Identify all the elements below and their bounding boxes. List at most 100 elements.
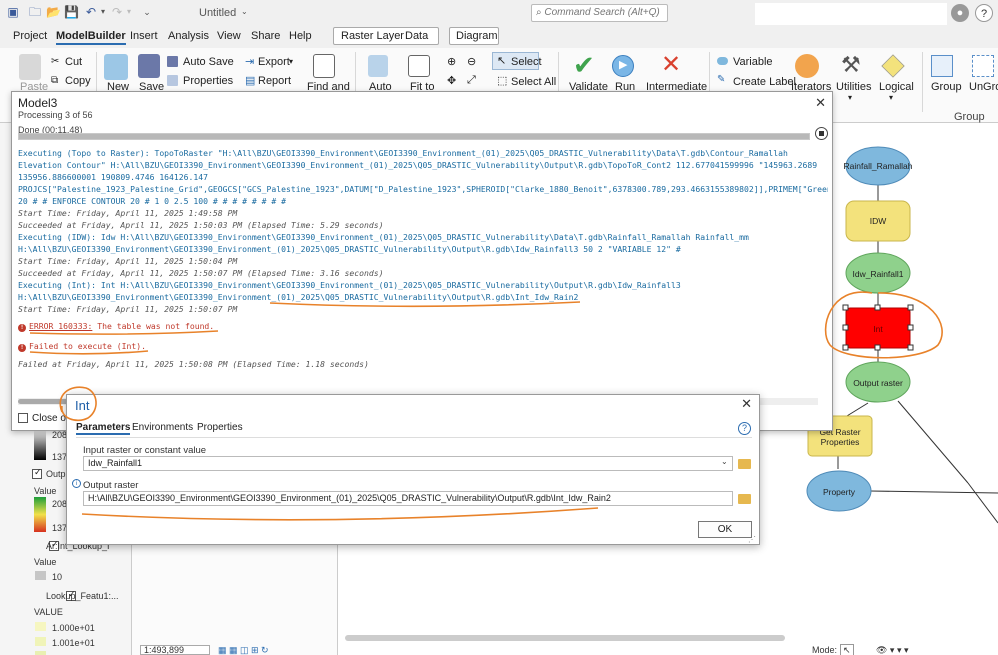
redo-dropdown-icon[interactable]: ▾ bbox=[122, 5, 136, 19]
log-line: 20 # # ENFORCE CONTOUR 20 # 1 0 2.5 100 … bbox=[18, 196, 287, 206]
user-icon[interactable]: ● bbox=[951, 4, 969, 22]
log-line: Executing (IDW): Idw H:\All\BZU\GEOI3390… bbox=[18, 232, 749, 242]
auto-layout-icon[interactable] bbox=[368, 55, 388, 77]
zoom-in-icon[interactable]: ⊕ bbox=[447, 55, 456, 68]
cut-icon: ✂ bbox=[51, 56, 60, 67]
folder-icon[interactable] bbox=[738, 494, 751, 504]
find-and-replace-icon[interactable] bbox=[313, 54, 335, 78]
resize-grip-icon[interactable]: ⋰ bbox=[748, 535, 756, 544]
copy-button[interactable]: Copy bbox=[65, 75, 91, 87]
log-line: Failed at Friday, April 11, 2025 1:50:08… bbox=[18, 359, 369, 369]
tab-analysis[interactable]: Analysis bbox=[168, 30, 209, 42]
open-icon[interactable]: 📂 bbox=[46, 5, 61, 19]
tab-help[interactable]: Help bbox=[289, 30, 312, 42]
close-icon[interactable]: ✕ bbox=[741, 396, 752, 412]
variable-button[interactable]: Variable bbox=[733, 56, 773, 68]
log-line: Executing (Int): Int H:\All\BZU\GEOI3390… bbox=[18, 280, 681, 290]
select-all-button[interactable]: Select All bbox=[511, 76, 556, 88]
chevron-down-icon[interactable]: ⌄ bbox=[721, 457, 728, 466]
auto-save-button[interactable]: Auto Save bbox=[183, 56, 234, 68]
tab-view[interactable]: View bbox=[217, 30, 241, 42]
layer-name-lookup-feature[interactable]: Lookup_Featu1:... bbox=[46, 591, 119, 601]
fixed-zoom-icon[interactable]: ⤢ bbox=[467, 74, 476, 87]
selection-handle[interactable] bbox=[907, 304, 914, 311]
legend-value-label: Value bbox=[34, 486, 57, 496]
pan-icon[interactable]: ✥ bbox=[447, 74, 456, 87]
output-raster-field[interactable]: H:\All\BZU\GEOI3390_Environment\GEOI3390… bbox=[83, 491, 733, 506]
sign-in-area[interactable] bbox=[755, 3, 947, 25]
tab-insert[interactable]: Insert bbox=[130, 30, 158, 42]
ungroup-button[interactable]: UnGrou bbox=[969, 81, 998, 93]
tab-data[interactable]: Data bbox=[405, 30, 428, 42]
zoom-out-icon[interactable]: ⊖ bbox=[467, 55, 476, 68]
command-search-input[interactable]: ⌕ Command Search (Alt+Q) bbox=[531, 4, 668, 22]
utilities-icon[interactable]: ⚒ bbox=[841, 52, 861, 78]
intermediate-icon[interactable]: ✕ bbox=[661, 50, 681, 79]
properties-button[interactable]: Properties bbox=[183, 75, 233, 87]
progress-fill bbox=[19, 134, 809, 139]
selection-handle[interactable] bbox=[907, 344, 914, 351]
model-progress-dialog: Model3 Processing 3 of 56 Done (00:11.48… bbox=[11, 91, 833, 431]
group-button[interactable]: Group bbox=[931, 81, 962, 93]
undo-dropdown-icon[interactable]: ▾ bbox=[96, 5, 110, 19]
help-button[interactable]: ? bbox=[975, 4, 993, 22]
paste-icon[interactable] bbox=[19, 54, 41, 80]
close-on-completion-option[interactable]: Close on bbox=[18, 413, 71, 424]
folder-icon[interactable] bbox=[738, 459, 751, 469]
chevron-down-icon[interactable]: ▾ bbox=[289, 57, 293, 66]
legend-value: 1.001e+01 bbox=[52, 638, 95, 648]
chevron-down-icon[interactable]: ▾ bbox=[889, 93, 893, 102]
logical-button[interactable]: Logical bbox=[879, 81, 914, 93]
input-raster-field[interactable]: Idw_Rainfall1 bbox=[83, 456, 733, 471]
create-label-button[interactable]: Create Label bbox=[733, 76, 796, 88]
group-icon[interactable] bbox=[931, 55, 953, 77]
tab-raster-layer[interactable]: Raster Layer bbox=[341, 30, 404, 42]
new-project-icon[interactable]: 🗀 bbox=[28, 5, 42, 19]
save-model-icon[interactable] bbox=[138, 54, 160, 78]
legend-low-value: 137 bbox=[52, 452, 68, 462]
document-title[interactable]: Untitled bbox=[199, 7, 236, 19]
help-icon[interactable]: ? bbox=[738, 422, 751, 435]
validate-icon[interactable]: ✔ bbox=[573, 50, 595, 81]
select-button[interactable]: Select bbox=[511, 56, 542, 68]
tab-properties[interactable]: Properties bbox=[197, 422, 243, 433]
tab-parameters[interactable]: Parameters bbox=[76, 422, 131, 435]
save-icon[interactable]: 💾 bbox=[64, 5, 79, 19]
layer-visibility-checkbox[interactable] bbox=[32, 467, 42, 480]
chevron-down-icon[interactable]: ▾ bbox=[848, 93, 852, 102]
cut-button[interactable]: Cut bbox=[65, 56, 82, 68]
legend-swatch bbox=[35, 651, 46, 655]
tab-diagram[interactable]: Diagram bbox=[456, 30, 498, 42]
close-on-completion-checkbox[interactable] bbox=[18, 413, 28, 424]
report-button[interactable]: Report bbox=[258, 75, 291, 87]
fit-to-window-icon[interactable] bbox=[408, 55, 430, 77]
tab-share[interactable]: Share bbox=[251, 30, 280, 42]
new-model-icon[interactable] bbox=[104, 54, 128, 80]
error-code-link[interactable]: ERROR 160333: bbox=[29, 321, 92, 331]
ungroup-icon[interactable] bbox=[972, 55, 994, 77]
selection-handle[interactable] bbox=[874, 304, 881, 311]
tab-environments[interactable]: Environments bbox=[132, 422, 193, 433]
legend-value: 10 bbox=[52, 572, 63, 582]
report-icon: ▤ bbox=[245, 75, 256, 87]
close-icon[interactable]: ✕ bbox=[815, 95, 826, 111]
auto-save-icon bbox=[167, 56, 178, 67]
tab-modelbuilder[interactable]: ModelBuilder bbox=[56, 30, 126, 45]
selection-handle[interactable] bbox=[842, 344, 849, 351]
error-line: ! ERROR 160333: The table was not found. bbox=[18, 320, 828, 332]
utilities-button[interactable]: Utilities bbox=[836, 81, 871, 93]
iterators-icon[interactable] bbox=[795, 54, 819, 78]
chevron-down-icon[interactable]: ⌄ bbox=[241, 7, 248, 16]
selection-handle[interactable] bbox=[874, 344, 881, 351]
export-button[interactable]: Export bbox=[258, 56, 290, 68]
log-line: Succeeded at Friday, April 11, 2025 1:50… bbox=[18, 220, 384, 230]
tab-project[interactable]: Project bbox=[13, 30, 47, 42]
customize-qat-icon[interactable]: ⌄ bbox=[140, 5, 154, 19]
map-tools-icons[interactable]: ▦ ▦ ◫ ⊞ ↻ bbox=[218, 645, 269, 655]
stop-icon[interactable] bbox=[815, 127, 828, 140]
selection-handle[interactable] bbox=[842, 304, 849, 311]
ok-button[interactable]: OK bbox=[698, 521, 752, 538]
idw-label: IDW bbox=[869, 216, 887, 226]
scale-selector[interactable]: 1:493,899 bbox=[140, 645, 210, 655]
title-bar: ▣ 🗀 📂 💾 ↶ ▾ ↷ ▾ ⌄ Untitled ⌄ ⌕ Command S… bbox=[0, 0, 998, 26]
